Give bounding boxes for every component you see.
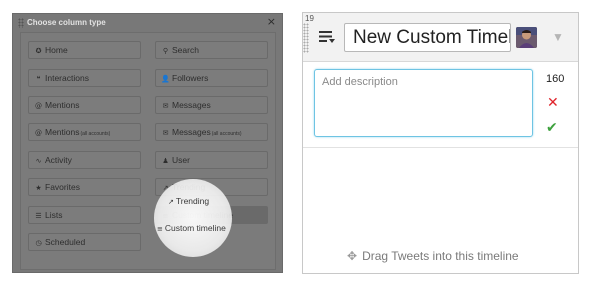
move-icon: ✥ — [347, 249, 358, 263]
spotlight-trending-text: Trending — [175, 196, 210, 206]
column-type-mentions-all[interactable]: @ Mentions(all accounts) — [28, 123, 141, 141]
avatar[interactable] — [516, 27, 537, 48]
column-type-favorites[interactable]: ★ Favorites — [28, 178, 141, 196]
spotlight-trending-label: ↗ Trending — [168, 196, 209, 206]
close-icon[interactable]: × — [267, 15, 276, 28]
spotlight-custom-timeline-label[interactable]: ≡ Custom timeline — [157, 223, 226, 233]
choose-column-modal: Choose column type × ✪ Home ⚲ Search ❝ Inte… — [12, 13, 283, 273]
option-label: User — [172, 155, 190, 165]
column-type-grid: ✪ Home ⚲ Search ❝ Interactions 👤 Followers @… — [20, 32, 276, 270]
option-label: Messages — [172, 127, 211, 137]
spotlight-custom-timeline-text: Custom timeline — [164, 223, 226, 233]
option-label: Mentions — [45, 100, 80, 110]
option-label: Favorites — [45, 182, 80, 192]
lists-icon: ☰ — [35, 212, 42, 220]
messages-icon: ✉ — [162, 102, 169, 110]
modal-header: Choose column type × — [13, 14, 282, 32]
option-label: Mentions — [45, 127, 80, 137]
drag-grip-icon[interactable] — [18, 18, 24, 28]
followers-icon: 👤 — [161, 75, 170, 83]
trending-icon: ↗ — [168, 198, 174, 206]
column-type-messages-all[interactable]: ✉ Messages(all accounts) — [155, 123, 268, 141]
mentions-all-icon: @ — [35, 129, 42, 137]
custom-timeline-column: 19 New Custom Timeli ▼ Add description 1… — [302, 12, 579, 274]
option-label: Lists — [45, 210, 63, 220]
column-type-search[interactable]: ⚲ Search — [155, 41, 268, 59]
column-type-messages[interactable]: ✉ Messages — [155, 96, 268, 114]
column-type-user[interactable]: ♟ User — [155, 151, 268, 169]
option-label: Home — [45, 45, 68, 55]
favorites-icon: ★ — [35, 184, 42, 192]
drag-hint-text: Drag Tweets into this timeline — [362, 249, 519, 263]
column-type-home[interactable]: ✪ Home — [28, 41, 141, 59]
home-icon: ✪ — [35, 47, 42, 55]
timeline-title-input[interactable]: New Custom Timeli — [344, 23, 511, 52]
column-type-interactions[interactable]: ❝ Interactions — [28, 69, 141, 87]
column-type-mentions[interactable]: @ Mentions — [28, 96, 141, 114]
column-header: 19 New Custom Timeli ▼ — [303, 13, 578, 62]
option-sublabel: (all accounts) — [211, 131, 242, 137]
column-drag-handle[interactable] — [303, 23, 309, 53]
cancel-icon[interactable]: ✕ — [547, 95, 559, 111]
activity-icon: ∿ — [35, 157, 42, 165]
spotlight-highlight — [154, 179, 232, 257]
column-type-activity[interactable]: ∿ Activity — [28, 151, 141, 169]
character-count: 160 — [546, 73, 565, 85]
option-sublabel: (all accounts) — [80, 131, 111, 137]
column-type-followers[interactable]: 👤 Followers — [155, 69, 268, 87]
option-label: Messages — [172, 100, 211, 110]
custom-timeline-icon: ≡ — [157, 225, 163, 233]
column-number: 19 — [305, 14, 314, 23]
divider — [303, 147, 578, 148]
search-icon: ⚲ — [162, 47, 169, 55]
confirm-icon[interactable]: ✔ — [546, 120, 558, 136]
column-type-scheduled[interactable]: ◷ Scheduled — [28, 233, 141, 251]
option-label: Scheduled — [45, 237, 86, 247]
interactions-icon: ❝ — [36, 75, 41, 83]
modal-title: Choose column type — [27, 18, 106, 27]
description-input[interactable]: Add description — [314, 69, 533, 137]
column-options-chevron-icon[interactable]: ▼ — [552, 30, 564, 44]
option-label: Search — [172, 45, 199, 55]
option-label: Activity — [45, 155, 72, 165]
scheduled-icon: ◷ — [35, 239, 42, 247]
option-label: Followers — [172, 73, 209, 83]
custom-timeline-icon[interactable] — [319, 30, 335, 44]
user-icon: ♟ — [162, 157, 169, 165]
drag-hint: ✥ Drag Tweets into this timeline — [347, 249, 519, 263]
messages-all-icon: ✉ — [162, 129, 169, 137]
mentions-icon: @ — [35, 102, 42, 110]
avatar-image — [516, 27, 537, 48]
column-type-lists[interactable]: ☰ Lists — [28, 206, 141, 224]
option-label: Interactions — [45, 73, 89, 83]
